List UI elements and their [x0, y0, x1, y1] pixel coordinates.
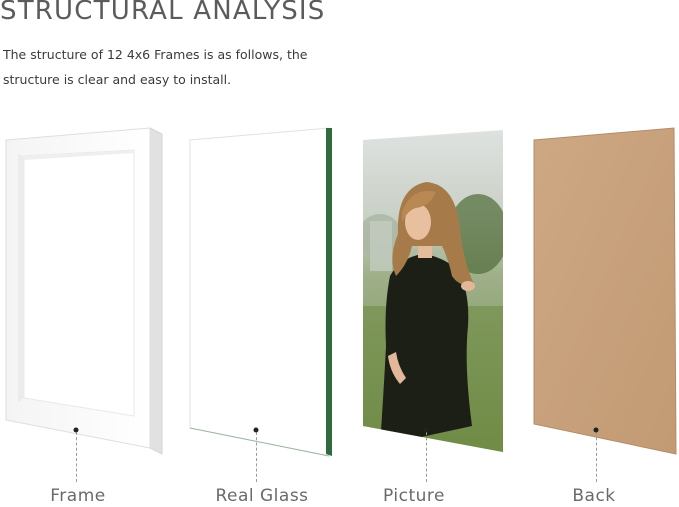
frame-leader-line	[76, 432, 77, 482]
glass-panel	[189, 127, 332, 457]
backboard-panel	[533, 127, 677, 455]
picture-marker-dot	[423, 427, 429, 433]
back-label: Back	[572, 486, 616, 506]
frame-panel	[5, 127, 163, 455]
glass-label: Real Glass	[215, 486, 309, 506]
page-title: STRUCTURAL ANALYSIS	[0, 0, 326, 26]
back-marker-dot	[593, 427, 599, 433]
photo-panel	[363, 130, 503, 452]
product-infographic: STRUCTURAL ANALYSIS The structure of 12 …	[0, 0, 679, 507]
glass-leader-line	[256, 432, 257, 482]
description-line-2: structure is clear and easy to install.	[3, 72, 232, 87]
picture-leader-line	[426, 432, 427, 482]
frame-marker-dot	[73, 427, 79, 433]
picture-label: Picture	[383, 486, 445, 506]
description-line-1: The structure of 12 4x6 Frames is as fol…	[3, 47, 308, 62]
frame-label: Frame	[50, 486, 106, 506]
back-leader-line	[596, 432, 597, 482]
description: The structure of 12 4x6 Frames is as fol…	[3, 42, 333, 92]
glass-marker-dot	[253, 427, 259, 433]
